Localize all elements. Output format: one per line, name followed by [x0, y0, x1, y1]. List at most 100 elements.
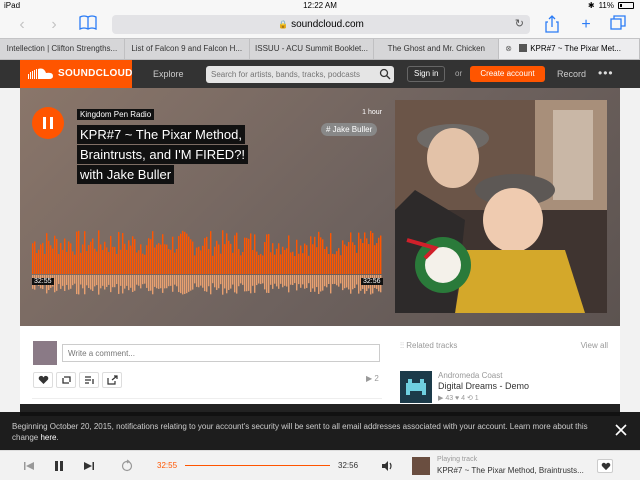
now-playing-title[interactable]: KPR#7 ~ The Pixar Method, Braintrusts...: [437, 466, 584, 475]
address-bar[interactable]: 🔒 soundcloud.com ↻: [112, 15, 530, 34]
next-icon[interactable]: [82, 459, 96, 473]
waveform-bar: [328, 253, 330, 274]
waveform-reflection: [168, 275, 170, 287]
waveform-reflection: [60, 275, 62, 289]
waveform-bar: [202, 245, 204, 274]
waveform-bar: [74, 254, 76, 274]
waveform-bar: [352, 242, 354, 274]
tab-4[interactable]: The Ghost and Mr. Chicken: [374, 39, 500, 59]
tab-active[interactable]: ⊗ KPR#7 ~ The Pixar Met...: [499, 39, 640, 59]
waveform-reflection: [180, 275, 182, 294]
waveform-reflection: [82, 275, 84, 289]
forward-icon[interactable]: ›: [44, 15, 64, 35]
waveform-bar: [354, 245, 356, 274]
waveform-reflection: [328, 275, 330, 285]
close-icon[interactable]: [614, 423, 628, 437]
browser-toolbar: ‹ › 🔒 soundcloud.com ↻ +: [0, 12, 640, 38]
view-all-link[interactable]: View all: [581, 341, 608, 350]
player-like-button[interactable]: [597, 459, 613, 473]
waveform-bar: [32, 243, 34, 274]
close-tab-icon[interactable]: ⊗: [505, 39, 512, 59]
waveform-bar: [66, 251, 68, 274]
waveform-bar: [232, 252, 234, 274]
waveform-bar: [296, 239, 298, 274]
waveform-bar: [324, 249, 326, 274]
like-button[interactable]: [33, 372, 53, 388]
waveform-bar: [98, 230, 100, 274]
now-playing-artwork[interactable]: [412, 457, 430, 475]
share-button[interactable]: [102, 372, 122, 388]
pause-button[interactable]: [32, 107, 64, 139]
cloud-logo-icon: [28, 68, 53, 79]
waveform-reflection: [356, 275, 358, 285]
bookmarks-icon[interactable]: [78, 15, 98, 35]
waveform-reflection: [170, 275, 172, 286]
waveform-bar: [38, 249, 40, 274]
waveform-bar: [90, 241, 92, 274]
progress-bar[interactable]: [185, 465, 330, 466]
related-artist[interactable]: Andromeda Coast: [438, 371, 502, 380]
waveform-bar: [290, 252, 292, 274]
share-icon[interactable]: [542, 15, 562, 35]
new-tab-icon[interactable]: +: [576, 15, 596, 35]
waveform[interactable]: [32, 228, 382, 300]
waveform-reflection: [220, 275, 222, 285]
more-menu-icon[interactable]: •••: [598, 60, 614, 86]
waveform-reflection: [226, 275, 228, 294]
waveform-reflection: [94, 275, 96, 287]
search-icon[interactable]: [379, 68, 391, 80]
waveform-bar: [64, 238, 66, 274]
space-invader-icon: [400, 371, 432, 403]
volume-icon[interactable]: [380, 459, 394, 473]
track-tag[interactable]: # Jake Buller: [321, 123, 378, 136]
repost-button[interactable]: [56, 372, 76, 388]
notice-link[interactable]: here: [40, 433, 56, 442]
tab-3[interactable]: ISSUU - ACU Summit Booklet...: [250, 39, 375, 59]
tabs-icon[interactable]: [608, 15, 628, 35]
status-bar: iPad 12:22 AM ✱ 11%: [0, 0, 640, 12]
waveform-bar: [326, 246, 328, 274]
waveform-bar: [82, 244, 84, 274]
waveform-bar: [226, 233, 228, 274]
waveform-reflection: [314, 275, 316, 292]
tab-1[interactable]: Intellection | Clifton Strengths...: [0, 39, 125, 59]
waveform-reflection: [352, 275, 354, 290]
waveform-reflection: [318, 275, 320, 294]
tab-2[interactable]: List of Falcon 9 and Falcon H...: [125, 39, 250, 59]
reload-icon[interactable]: ↻: [515, 15, 524, 34]
comment-input[interactable]: [62, 344, 380, 362]
waveform-bar: [336, 251, 338, 274]
waveform-reflection: [102, 275, 104, 286]
waveform-bar: [184, 231, 186, 274]
waveform-bar: [248, 238, 250, 274]
pause-icon[interactable]: [52, 459, 66, 473]
tab-strip: Intellection | Clifton Strengths... List…: [0, 38, 640, 60]
explore-link[interactable]: Explore: [153, 60, 184, 88]
waveform-reflection: [234, 275, 236, 293]
waveform-reflection: [204, 275, 206, 292]
waveform-reflection: [200, 275, 202, 286]
soundcloud-logo[interactable]: SOUNDCLOUD: [20, 60, 132, 88]
track-artist[interactable]: Kingdom Pen Radio: [77, 109, 155, 120]
waveform-bar: [350, 232, 352, 274]
waveform-bar: [234, 235, 236, 274]
waveform-bar: [242, 251, 244, 274]
search-input[interactable]: [206, 66, 394, 83]
create-account-button[interactable]: Create account: [470, 66, 545, 82]
waveform-reflection: [72, 275, 74, 286]
sign-in-button[interactable]: Sign in: [407, 66, 446, 82]
waveform-bar: [170, 249, 172, 274]
related-title[interactable]: Digital Dreams - Demo: [438, 381, 529, 391]
waveform-reflection: [256, 275, 258, 286]
divider: [32, 398, 382, 399]
waveform-bar: [302, 253, 304, 274]
waveform-reflection: [222, 275, 224, 295]
add-to-next-button[interactable]: [79, 372, 99, 388]
record-link[interactable]: Record: [557, 60, 586, 88]
repeat-icon[interactable]: [120, 459, 134, 473]
waveform-bar: [186, 233, 188, 274]
previous-icon[interactable]: [22, 459, 36, 473]
waveform-reflection: [128, 275, 130, 291]
back-icon[interactable]: ‹: [12, 15, 32, 35]
waveform-bar: [100, 244, 102, 274]
